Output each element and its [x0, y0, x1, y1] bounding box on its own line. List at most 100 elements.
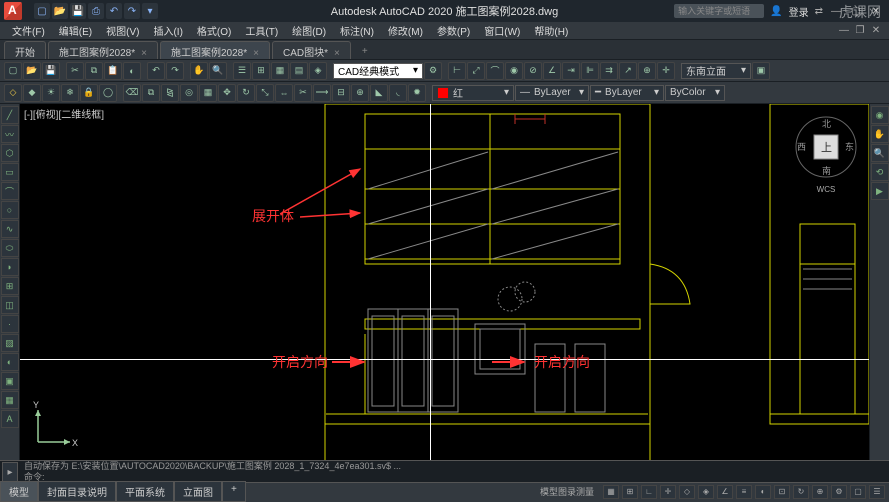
- view-cube[interactable]: 上 北 南 东 西 WCS: [791, 112, 861, 182]
- tool-undo-icon[interactable]: ↶: [147, 62, 165, 80]
- file-tab[interactable]: 施工图案例2028*×: [48, 41, 158, 59]
- tool-dim-quick-icon[interactable]: ⇥: [562, 62, 580, 80]
- tool-erase-icon[interactable]: ⌫: [123, 84, 141, 102]
- tool-block-icon[interactable]: ◫: [1, 296, 19, 314]
- doc-close-button[interactable]: ✕: [869, 24, 883, 38]
- nav-wheel-icon[interactable]: ◉: [871, 106, 889, 124]
- status-3dosnap-icon[interactable]: ◈: [698, 485, 714, 499]
- tool-region-icon[interactable]: ▣: [1, 372, 19, 390]
- tool-move-icon[interactable]: ✥: [218, 84, 236, 102]
- status-transparency-icon[interactable]: ◐: [755, 485, 771, 499]
- file-tab[interactable]: CAD图块*×: [272, 41, 351, 59]
- status-polar-icon[interactable]: ✛: [660, 485, 676, 499]
- menu-file[interactable]: 文件(F): [6, 21, 51, 40]
- tool-sheet-icon[interactable]: ▤: [290, 62, 308, 80]
- status-annomonitor-icon[interactable]: ⊕: [812, 485, 828, 499]
- tool-spline-icon[interactable]: ∿: [1, 220, 19, 238]
- layer-states-icon[interactable]: ◆: [23, 84, 41, 102]
- help-search-input[interactable]: 输入关键字或短语: [674, 4, 764, 18]
- file-tab[interactable]: 开始: [4, 41, 46, 59]
- tool-designcenter-icon[interactable]: ⊞: [252, 62, 270, 80]
- viewport-label[interactable]: [-][俯视][二维线框]: [24, 106, 104, 121]
- tool-scale-icon[interactable]: ⤡: [256, 84, 274, 102]
- tool-new-icon[interactable]: ▢: [4, 62, 22, 80]
- menu-edit[interactable]: 编辑(E): [53, 21, 98, 40]
- close-tab-icon[interactable]: ×: [253, 48, 259, 59]
- tool-redo-icon[interactable]: ↷: [166, 62, 184, 80]
- view-selector[interactable]: 东南立面▾: [681, 63, 751, 79]
- status-snap-icon[interactable]: ⊞: [622, 485, 638, 499]
- tool-dim-angular-icon[interactable]: ∠: [543, 62, 561, 80]
- tool-extend-icon[interactable]: ⟶: [313, 84, 331, 102]
- layout-tab[interactable]: 平面系统: [116, 481, 174, 502]
- tool-arc-icon[interactable]: ⌒: [1, 182, 19, 200]
- layer-filter-icon[interactable]: ☀: [42, 84, 60, 102]
- layout-tab-add[interactable]: +: [222, 481, 246, 502]
- menu-dimension[interactable]: 标注(N): [334, 21, 380, 40]
- tool-tolerance-icon[interactable]: ⊕: [638, 62, 656, 80]
- tool-gear-icon[interactable]: ⚙: [424, 62, 442, 80]
- tool-join-icon[interactable]: ⊕: [351, 84, 369, 102]
- tool-chamfer-icon[interactable]: ◣: [370, 84, 388, 102]
- tool-view-icon[interactable]: ▣: [752, 62, 770, 80]
- tool-cut-icon[interactable]: ✂: [66, 62, 84, 80]
- tool-rotate-icon[interactable]: ↻: [237, 84, 255, 102]
- tool-stretch-icon[interactable]: ⇔: [275, 84, 293, 102]
- qat-print-icon[interactable]: ⎙: [88, 3, 104, 19]
- menu-view[interactable]: 视图(V): [100, 21, 145, 40]
- tool-table-icon[interactable]: ▦: [1, 391, 19, 409]
- tool-copy-icon[interactable]: ⧉: [85, 62, 103, 80]
- tool-mtext-icon[interactable]: A: [1, 410, 19, 428]
- layout-tab[interactable]: 立面图: [174, 481, 222, 502]
- lineweight-selector[interactable]: ━ByLayer▾: [590, 85, 664, 101]
- menu-tools[interactable]: 工具(T): [239, 21, 284, 40]
- tool-fillet-icon[interactable]: ◟: [389, 84, 407, 102]
- doc-minimize-button[interactable]: —: [837, 24, 851, 38]
- status-lwt-icon[interactable]: ≡: [736, 485, 752, 499]
- menu-insert[interactable]: 插入(I): [147, 21, 188, 40]
- app-logo[interactable]: [4, 2, 22, 20]
- qat-open-icon[interactable]: 📂: [52, 3, 68, 19]
- tool-circle-icon[interactable]: ○: [1, 201, 19, 219]
- tool-line-icon[interactable]: ╱: [1, 106, 19, 124]
- command-line[interactable]: 自动保存为 E:\安装位置\AUTOCAD2020\BACKUP\施工图案例 2…: [0, 460, 889, 482]
- tool-leader-icon[interactable]: ↗: [619, 62, 637, 80]
- status-grid-icon[interactable]: ▦: [603, 485, 619, 499]
- tool-markup-icon[interactable]: ◈: [309, 62, 327, 80]
- linetype-selector[interactable]: —ByLayer▾: [515, 85, 589, 101]
- close-tab-icon[interactable]: ×: [334, 48, 340, 59]
- tool-break-icon[interactable]: ⊟: [332, 84, 350, 102]
- tool-save-icon[interactable]: 💾: [42, 62, 60, 80]
- menu-modify[interactable]: 修改(M): [382, 21, 429, 40]
- tool-open-icon[interactable]: 📂: [23, 62, 41, 80]
- tool-ellipse-icon[interactable]: ⬭: [1, 239, 19, 257]
- tool-array-icon[interactable]: ▦: [199, 84, 217, 102]
- ucs-icon[interactable]: X Y: [30, 400, 80, 450]
- tool-dim-diameter-icon[interactable]: ⊘: [524, 62, 542, 80]
- exchange-icon[interactable]: ⇄: [815, 6, 823, 17]
- tool-pan-icon[interactable]: ✋: [190, 62, 208, 80]
- status-custom-icon[interactable]: ☰: [869, 485, 885, 499]
- qat-more-icon[interactable]: ▾: [142, 3, 158, 19]
- nav-orbit-icon[interactable]: ⟲: [871, 163, 889, 181]
- tool-polyline-icon[interactable]: 〰: [1, 125, 19, 143]
- status-qp-icon[interactable]: ⊡: [774, 485, 790, 499]
- tool-insert-icon[interactable]: ⊞: [1, 277, 19, 295]
- layout-tab[interactable]: 封面目录说明: [38, 481, 116, 502]
- tool-ellipsearc-icon[interactable]: ◗: [1, 258, 19, 276]
- qat-new-icon[interactable]: ▢: [34, 3, 50, 19]
- tool-properties-icon[interactable]: ☰: [233, 62, 251, 80]
- nav-zoom-icon[interactable]: 🔍: [871, 144, 889, 162]
- viewcube-wcs-label[interactable]: WCS: [791, 185, 861, 194]
- menu-format[interactable]: 格式(O): [191, 21, 237, 40]
- tool-hatch-icon[interactable]: ▨: [1, 334, 19, 352]
- login-button[interactable]: 登录: [789, 4, 809, 19]
- status-ortho-icon[interactable]: ∟: [641, 485, 657, 499]
- tool-rectangle-icon[interactable]: ▭: [1, 163, 19, 181]
- menu-window[interactable]: 窗口(W): [478, 21, 526, 40]
- workspace-selector[interactable]: CAD经典模式▾: [333, 63, 423, 79]
- tool-palettes-icon[interactable]: ▦: [271, 62, 289, 80]
- tool-dim-radius-icon[interactable]: ◉: [505, 62, 523, 80]
- tool-copy2-icon[interactable]: ⧉: [142, 84, 160, 102]
- status-workspace-icon[interactable]: ⚙: [831, 485, 847, 499]
